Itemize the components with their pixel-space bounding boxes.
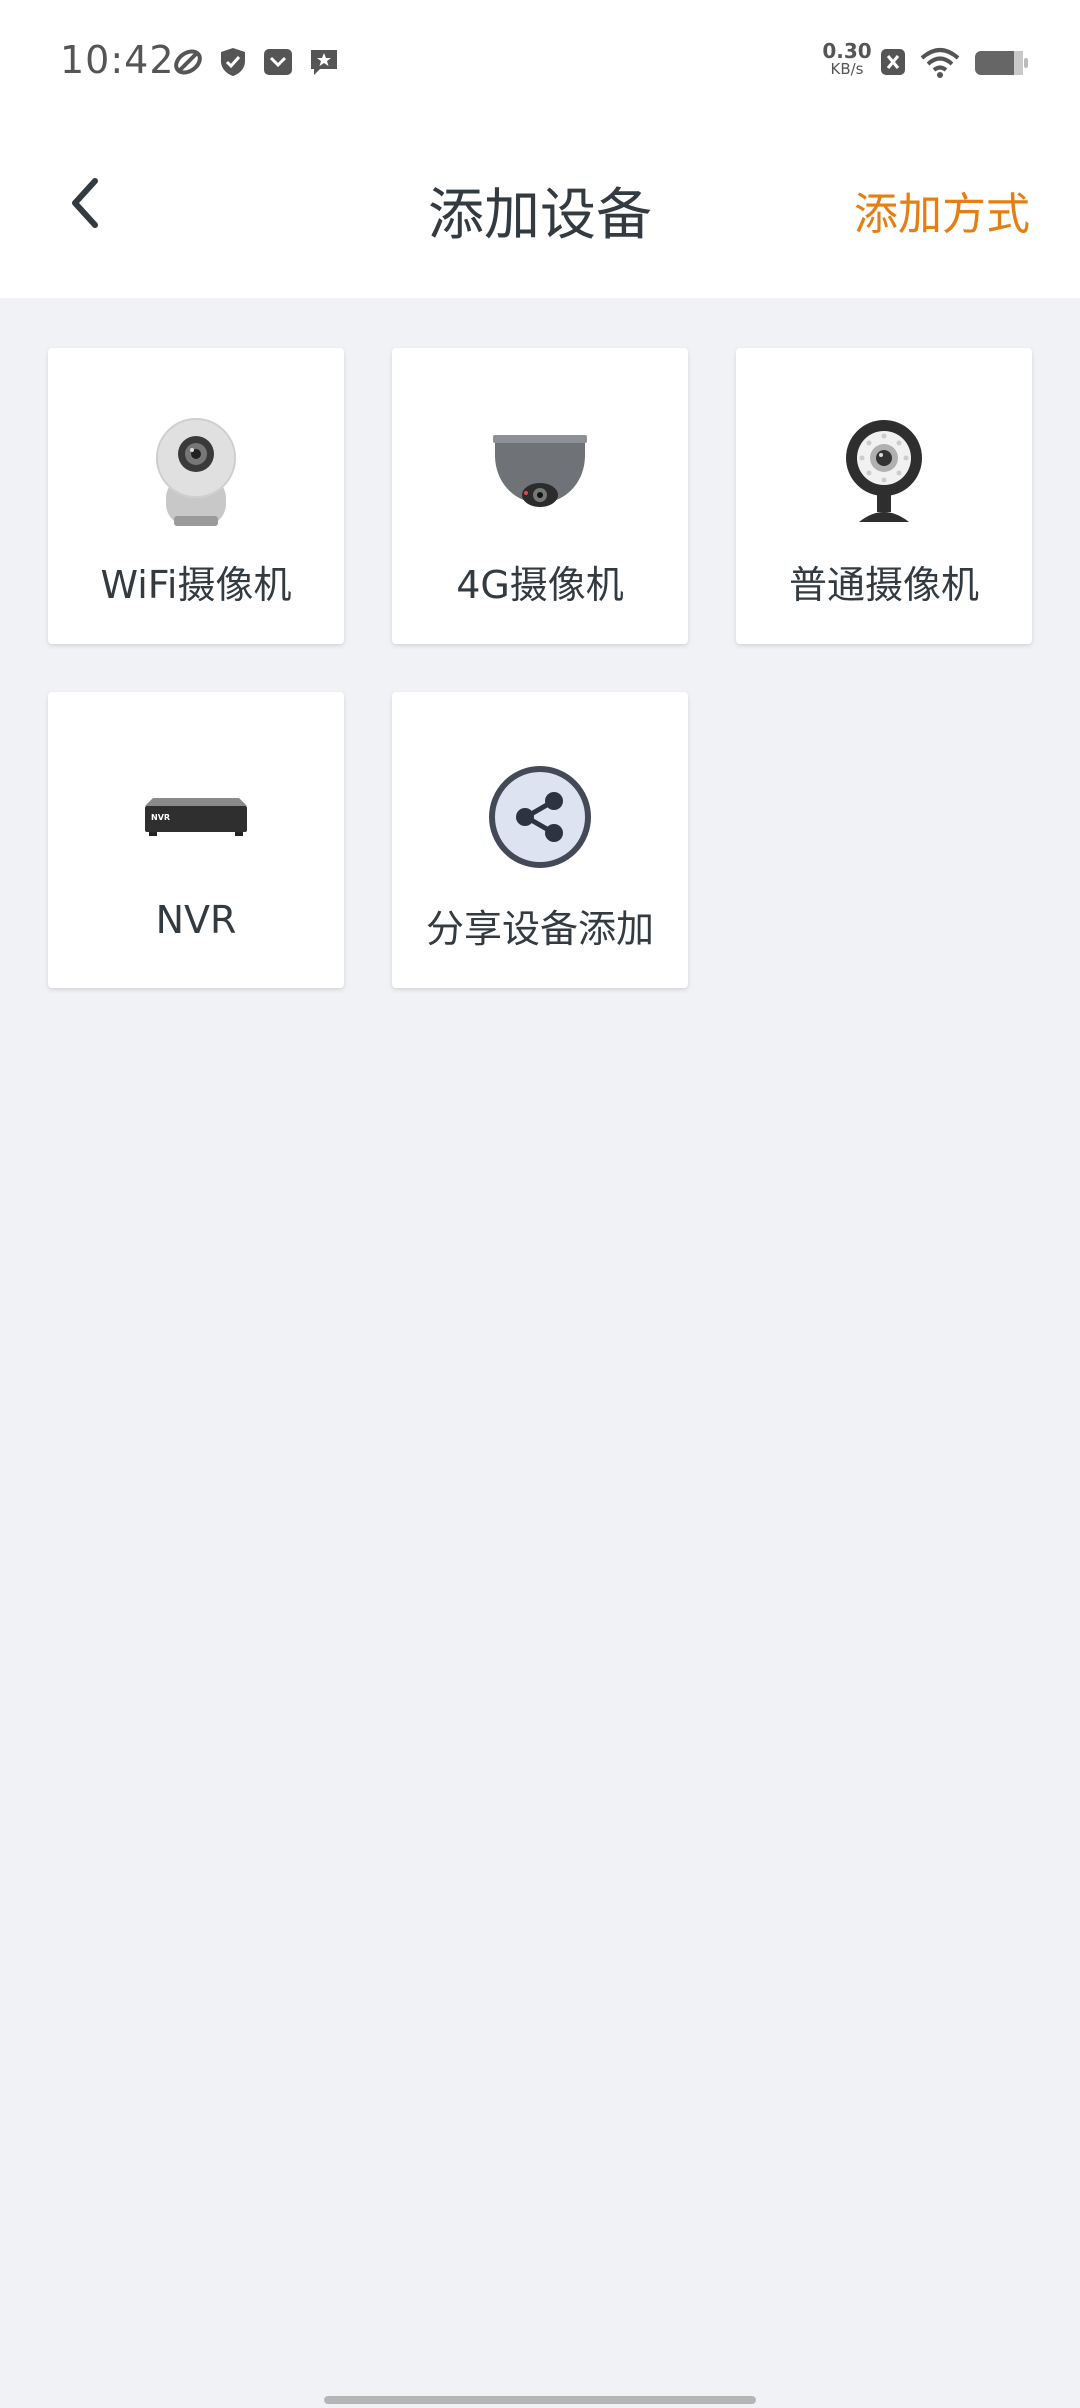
device-label: 分享设备添加: [425, 907, 654, 951]
device-card-4g-camera[interactable]: 4G摄像机: [392, 348, 688, 644]
status-bar: 10:42 0.30 KB/s: [0, 0, 1080, 130]
status-icons-left: [172, 46, 340, 78]
status-time: 10:42: [60, 38, 175, 82]
sync-icon: [172, 46, 204, 78]
device-card-nvr[interactable]: NVR NVR: [48, 692, 344, 988]
star-message-icon: [308, 46, 340, 78]
chevron-left-icon: [72, 178, 98, 228]
device-card-normal-camera[interactable]: 普通摄像机: [736, 348, 1032, 644]
wifi-camera-icon: [48, 418, 344, 528]
webcam-icon: [736, 418, 1032, 528]
net-speed-value: 0.30: [822, 39, 872, 63]
close-box-icon: [880, 46, 906, 82]
net-speed: 0.30 KB/s: [822, 39, 872, 78]
pocket-icon: [262, 46, 294, 78]
dome-camera-icon: [392, 418, 688, 528]
battery-icon: [974, 46, 1030, 82]
device-label: 4G摄像机: [456, 563, 624, 607]
back-button[interactable]: [50, 168, 120, 238]
nvr-icon: NVR: [48, 762, 344, 872]
home-indicator[interactable]: [324, 2396, 756, 2404]
device-card-share-add[interactable]: 分享设备添加: [392, 692, 688, 988]
add-method-button[interactable]: 添加方式: [854, 178, 1030, 242]
status-icons-right: [880, 46, 1030, 82]
share-icon: [392, 762, 688, 872]
device-label: NVR: [155, 898, 237, 942]
nvr-device-text: NVR: [151, 813, 170, 822]
header: 添加设备 添加方式: [0, 130, 1080, 280]
device-label: 普通摄像机: [788, 563, 979, 607]
device-label: WiFi摄像机: [100, 563, 292, 607]
wifi-icon: [920, 46, 960, 82]
shield-icon: [218, 46, 248, 78]
device-card-wifi-camera[interactable]: WiFi摄像机: [48, 348, 344, 644]
